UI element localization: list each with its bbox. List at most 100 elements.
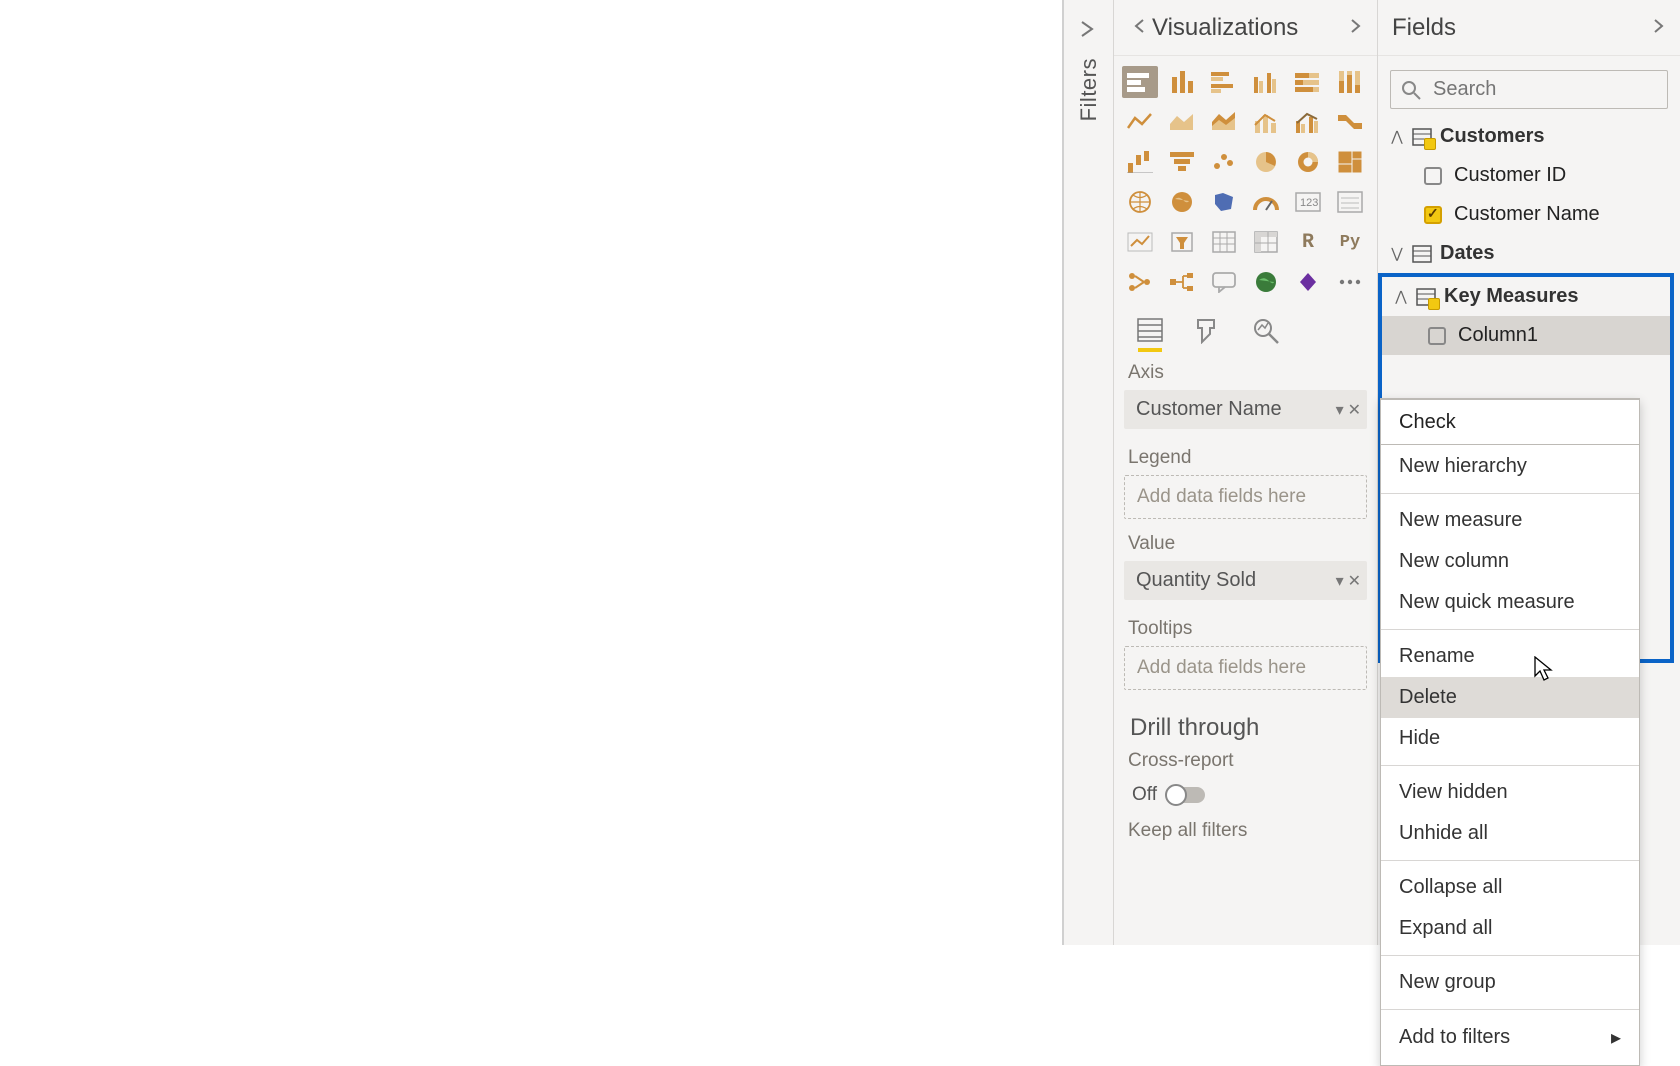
toggle-track[interactable] [1167,787,1205,803]
table-icon [1416,288,1436,306]
expand-filters-icon[interactable] [1080,20,1098,44]
table-customers-name: Customers [1440,125,1544,148]
table-icon [1412,245,1432,263]
viz-treemap-icon[interactable] [1332,146,1368,178]
field-customer-name[interactable]: Customer Name [1378,195,1680,234]
caret-up-icon: ⋀ [1390,128,1404,145]
table-key-measures[interactable]: ⋀ Key Measures [1382,277,1670,316]
value-label: Value [1114,525,1377,561]
caret-down-icon: ⋁ [1390,245,1404,262]
cross-report-toggle[interactable]: Off [1114,778,1377,818]
toggle-off-text: Off [1132,784,1157,806]
tooltips-well[interactable]: Add data fields here [1124,646,1367,690]
svg-text:123: 123 [1300,197,1318,209]
caret-up-icon: ⋀ [1394,288,1408,305]
expand-viz-icon[interactable] [1343,16,1367,39]
viz-r-icon[interactable]: R [1290,226,1326,258]
viz-multirow-card-icon[interactable] [1332,186,1368,218]
viz-kpi-icon[interactable] [1122,226,1158,258]
viz-line-stacked-column-icon[interactable] [1248,106,1284,138]
remove-field-icon[interactable]: ✕ [1348,571,1361,591]
viz-scatter-icon[interactable] [1206,146,1242,178]
remove-field-icon[interactable]: ✕ [1348,400,1361,420]
menu-add-to-filters[interactable]: Add to filters ▸ [1381,1016,1639,1059]
viz-stacked-column-icon[interactable] [1164,66,1200,98]
search-input[interactable] [1431,77,1657,102]
viz-gallery: 123 [1114,56,1377,302]
axis-field-name: Customer Name [1136,398,1282,420]
fields-tab[interactable] [1132,312,1168,348]
filters-label: Filters [1076,58,1102,121]
tooltips-label: Tooltips [1114,610,1377,646]
context-menu-item-check[interactable]: Check [1380,399,1640,445]
menu-new-measure[interactable]: New measure [1381,500,1639,541]
viz-donut-icon[interactable] [1290,146,1326,178]
viz-filled-map-icon[interactable] [1164,186,1200,218]
menu-collapse-all[interactable]: Collapse all [1381,867,1639,908]
viz-map-icon[interactable] [1122,186,1158,218]
checkbox-checked-icon[interactable] [1424,206,1442,224]
viz-funnel-icon[interactable] [1164,146,1200,178]
viz-pie-icon[interactable] [1248,146,1284,178]
drill-through-title: Drill through [1114,696,1377,748]
analytics-tab[interactable] [1248,312,1284,348]
viz-clustered-bar-icon[interactable] [1206,66,1242,98]
viz-card-icon[interactable]: 123 [1290,186,1326,218]
viz-100-stacked-bar-icon[interactable] [1290,66,1326,98]
viz-100-stacked-column-icon[interactable] [1332,66,1368,98]
viz-matrix-icon[interactable] [1248,226,1284,258]
viz-shape-map-icon[interactable] [1206,186,1242,218]
expand-fields-icon[interactable] [1646,16,1670,39]
format-tab[interactable] [1190,312,1226,348]
cross-report-label: Cross-report [1114,748,1377,778]
table-customers[interactable]: ⋀ Customers [1378,117,1680,156]
value-field-name: Quantity Sold [1136,569,1256,591]
viz-decomposition-icon[interactable] [1164,266,1200,298]
viz-slicer-icon[interactable] [1164,226,1200,258]
viz-stacked-area-icon[interactable] [1206,106,1242,138]
viz-qna-icon[interactable] [1206,266,1242,298]
viz-clustered-column-icon[interactable] [1248,66,1284,98]
table-icon [1412,128,1432,146]
menu-new-column[interactable]: New column [1381,541,1639,582]
viz-line-icon[interactable] [1122,106,1158,138]
menu-unhide-all[interactable]: Unhide all [1381,813,1639,854]
report-canvas[interactable] [0,0,1064,945]
menu-rename[interactable]: Rename [1381,636,1639,677]
viz-powerapps-icon[interactable] [1290,266,1326,298]
checkbox-icon[interactable] [1424,167,1442,185]
collapse-viz-icon[interactable] [1128,16,1152,39]
viz-waterfall-icon[interactable] [1122,146,1158,178]
search-icon [1401,80,1421,100]
chevron-down-icon[interactable]: ▾ [1336,571,1344,591]
menu-new-group[interactable]: New group [1381,962,1639,1003]
checkbox-icon[interactable] [1428,327,1446,345]
viz-more-icon[interactable] [1332,266,1368,298]
menu-expand-all[interactable]: Expand all [1381,908,1639,949]
menu-delete[interactable]: Delete [1381,677,1639,718]
table-dates[interactable]: ⋁ Dates [1378,234,1680,273]
chevron-down-icon[interactable]: ▾ [1336,400,1344,420]
field-customer-id[interactable]: Customer ID [1378,156,1680,195]
viz-key-influencers-icon[interactable] [1122,266,1158,298]
visualizations-title: Visualizations [1152,14,1343,42]
menu-new-hierarchy[interactable]: New hierarchy [1381,446,1639,487]
menu-hide[interactable]: Hide [1381,718,1639,759]
viz-arcgis-icon[interactable] [1248,266,1284,298]
table-dates-name: Dates [1440,242,1494,265]
menu-view-hidden[interactable]: View hidden [1381,772,1639,813]
fields-search[interactable] [1390,70,1668,109]
filters-pane-collapsed[interactable]: Filters [1064,0,1114,945]
viz-table-icon[interactable] [1206,226,1242,258]
field-column1[interactable]: Column1 [1382,316,1670,355]
axis-field-pill[interactable]: Customer Name ▾ ✕ [1124,390,1367,429]
menu-new-quick-measure[interactable]: New quick measure [1381,582,1639,623]
viz-gauge-icon[interactable] [1248,186,1284,218]
viz-stacked-bar-icon[interactable] [1122,66,1158,98]
value-field-pill[interactable]: Quantity Sold ▾ ✕ [1124,561,1367,600]
viz-area-icon[interactable] [1164,106,1200,138]
legend-well[interactable]: Add data fields here [1124,475,1367,519]
viz-line-clustered-column-icon[interactable] [1290,106,1326,138]
viz-ribbon-icon[interactable] [1332,106,1368,138]
viz-py-icon[interactable]: Py [1332,226,1368,258]
